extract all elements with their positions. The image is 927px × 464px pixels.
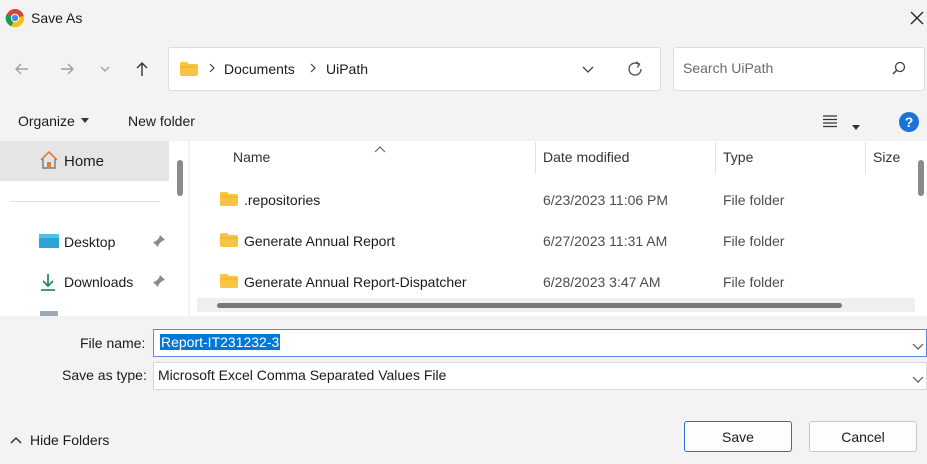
vertical-scrollbar-thumb[interactable] bbox=[918, 160, 924, 196]
refresh-icon[interactable] bbox=[625, 59, 645, 82]
sort-ascending-icon bbox=[374, 141, 386, 157]
file-name: Generate Annual Report-Dispatcher bbox=[244, 274, 467, 290]
download-icon bbox=[39, 272, 57, 295]
window-title: Save As bbox=[31, 10, 83, 26]
forward-arrow-icon[interactable] bbox=[53, 55, 81, 83]
column-divider[interactable] bbox=[715, 142, 716, 174]
column-header-type[interactable]: Type bbox=[723, 149, 753, 165]
desktop-icon bbox=[38, 232, 60, 253]
new-folder-button[interactable]: New folder bbox=[128, 113, 195, 129]
horizontal-scrollbar-thumb[interactable] bbox=[217, 303, 842, 308]
recent-locations-chevron-icon[interactable] bbox=[91, 55, 119, 83]
title-bar bbox=[0, 0, 927, 36]
breadcrumb-item-uipath[interactable]: UiPath bbox=[326, 61, 368, 77]
sidebar-item-label: Downloads bbox=[64, 274, 134, 290]
folder-icon bbox=[219, 273, 239, 292]
chevron-up-icon bbox=[10, 436, 22, 444]
save-button[interactable]: Save bbox=[684, 421, 792, 452]
column-divider[interactable] bbox=[535, 142, 536, 174]
organize-menu[interactable]: Organize bbox=[18, 113, 89, 129]
breadcrumb-separator-icon bbox=[308, 61, 318, 78]
column-header-name[interactable]: Name bbox=[233, 149, 270, 165]
caret-down-icon bbox=[80, 118, 89, 123]
help-icon[interactable]: ? bbox=[899, 112, 919, 132]
sidebar-item-downloads[interactable]: Downloads bbox=[0, 262, 170, 300]
file-date-modified: 6/23/2023 11:06 PM bbox=[543, 192, 669, 208]
up-arrow-icon[interactable] bbox=[128, 55, 156, 83]
table-row[interactable]: Generate Annual Report-Dispatcher 6/28/2… bbox=[200, 265, 915, 297]
column-header-date-modified[interactable]: Date modified bbox=[543, 149, 629, 165]
save-as-type-value: Microsoft Excel Comma Separated Values F… bbox=[158, 367, 447, 383]
column-divider[interactable] bbox=[865, 142, 866, 174]
chrome-icon bbox=[5, 8, 25, 28]
breadcrumb-separator-icon bbox=[207, 61, 217, 78]
file-name: .repositories bbox=[244, 192, 321, 208]
column-header-size[interactable]: Size bbox=[873, 149, 900, 165]
view-list-icon[interactable] bbox=[822, 114, 838, 131]
search-box[interactable] bbox=[673, 47, 925, 91]
sidebar-item-desktop[interactable]: Desktop bbox=[0, 222, 170, 260]
table-row[interactable]: Generate Annual Report 6/27/2023 11:31 A… bbox=[200, 224, 915, 258]
chevron-down-icon[interactable] bbox=[912, 338, 924, 354]
back-arrow-icon[interactable] bbox=[8, 55, 36, 83]
breadcrumb-item-documents[interactable]: Documents bbox=[224, 61, 295, 77]
table-row[interactable]: .repositories 6/23/2023 11:06 PM File fo… bbox=[200, 183, 915, 217]
cancel-button[interactable]: Cancel bbox=[809, 421, 917, 452]
search-icon[interactable] bbox=[890, 60, 908, 81]
save-as-type-label: Save as type: bbox=[62, 367, 147, 383]
folder-icon bbox=[219, 191, 239, 210]
sidebar-item-label: Home bbox=[64, 153, 105, 170]
address-dropdown-chevron-icon[interactable] bbox=[581, 62, 595, 79]
sidebar-item-home[interactable]: Home bbox=[0, 141, 169, 181]
navigation-scrollbar[interactable] bbox=[177, 160, 183, 196]
folder-icon bbox=[179, 61, 199, 80]
hide-folders-label: Hide Folders bbox=[30, 432, 110, 448]
chevron-down-icon[interactable] bbox=[912, 371, 924, 387]
file-name-label: File name: bbox=[80, 335, 146, 351]
address-bar[interactable]: Documents UiPath bbox=[168, 47, 661, 91]
pin-icon[interactable] bbox=[152, 234, 166, 251]
file-type: File folder bbox=[723, 274, 785, 290]
search-input[interactable] bbox=[683, 60, 883, 76]
sidebar-item-label: Desktop bbox=[64, 234, 116, 250]
file-type: File folder bbox=[723, 233, 785, 249]
file-date-modified: 6/28/2023 3:47 AM bbox=[543, 274, 661, 290]
file-name: Generate Annual Report bbox=[244, 233, 395, 249]
folder-icon bbox=[219, 232, 239, 251]
file-date-modified: 6/27/2023 11:31 AM bbox=[543, 233, 668, 249]
organize-label: Organize bbox=[18, 113, 75, 129]
file-type: File folder bbox=[723, 192, 785, 208]
home-icon bbox=[38, 150, 60, 173]
file-name-value[interactable]: Report-IT231232-3 bbox=[160, 334, 281, 350]
close-icon[interactable] bbox=[905, 6, 927, 30]
divider bbox=[10, 201, 160, 202]
view-options-caret-icon[interactable] bbox=[852, 118, 860, 134]
pin-icon[interactable] bbox=[152, 274, 166, 291]
hide-folders-toggle[interactable]: Hide Folders bbox=[10, 432, 109, 448]
